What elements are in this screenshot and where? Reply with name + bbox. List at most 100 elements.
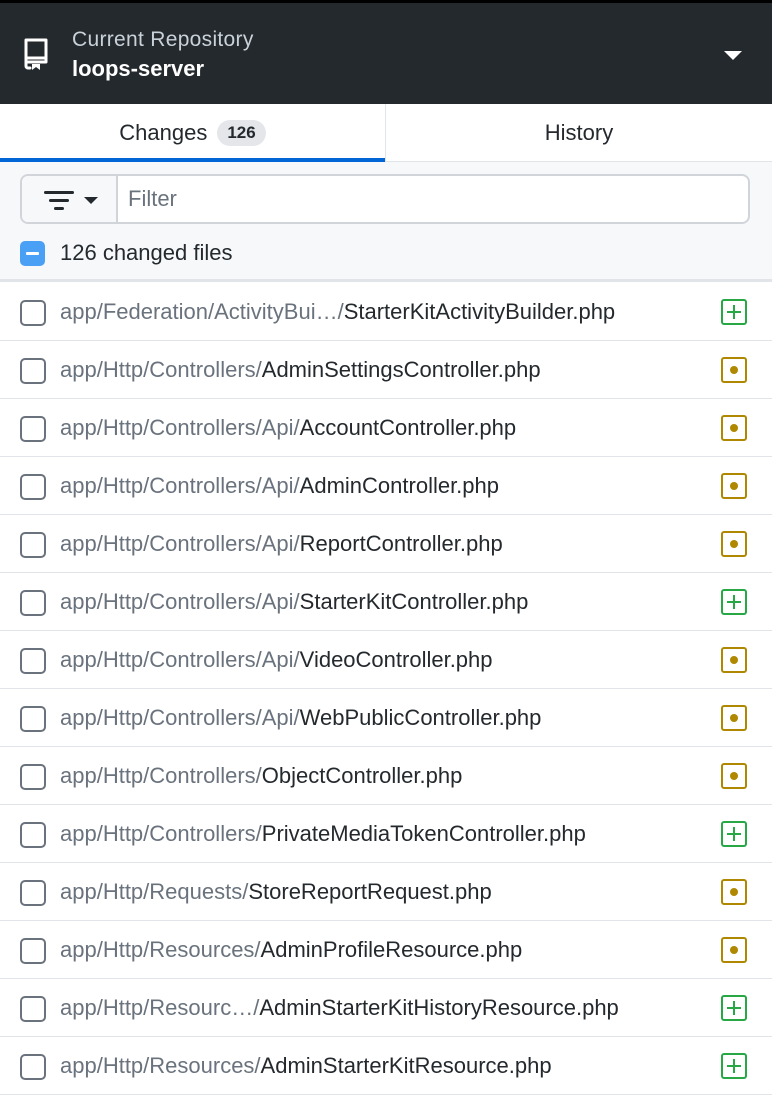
file-directory: app/Http/Controllers/Api/ xyxy=(60,589,300,614)
file-checkbox[interactable] xyxy=(20,532,46,558)
filter-input[interactable] xyxy=(118,176,748,222)
file-row[interactable]: app/Http/Controllers/Api/StarterKitContr… xyxy=(0,573,772,631)
filter-icon xyxy=(44,191,74,215)
changes-count-badge: 126 xyxy=(217,119,266,146)
file-name: AdminSettingsController.php xyxy=(261,357,541,382)
file-checkbox[interactable] xyxy=(20,358,46,384)
file-directory: app/Http/Controllers/Api/ xyxy=(60,531,300,556)
file-name: StarterKitController.php xyxy=(299,589,529,614)
file-path: app/Http/Controllers/PrivateMediaTokenCo… xyxy=(60,805,586,863)
file-row[interactable]: app/Http/Requests/StoreReportRequest.php xyxy=(0,863,772,921)
file-row[interactable]: app/Federation/ActivityBui…/StarterKitAc… xyxy=(0,283,772,341)
file-modified-icon xyxy=(721,357,747,383)
file-path: app/Http/Resources/AdminStarterKitResour… xyxy=(60,1037,552,1095)
file-row[interactable]: app/Http/Resources/AdminProfileResource.… xyxy=(0,921,772,979)
file-checkbox[interactable] xyxy=(20,300,46,326)
filter-box xyxy=(20,174,750,224)
file-name: AdminController.php xyxy=(299,473,500,498)
file-directory: app/Http/Controllers/Api/ xyxy=(60,473,300,498)
file-name: ObjectController.php xyxy=(261,763,463,788)
select-all-row: 126 changed files xyxy=(20,240,232,266)
file-added-icon xyxy=(721,299,747,325)
select-all-checkbox[interactable] xyxy=(20,240,45,266)
file-row[interactable]: app/Http/Controllers/AdminSettingsContro… xyxy=(0,341,772,399)
file-checkbox[interactable] xyxy=(20,880,46,906)
file-row[interactable]: app/Http/Controllers/Api/VideoController… xyxy=(0,631,772,689)
file-checkbox[interactable] xyxy=(20,648,46,674)
repository-icon xyxy=(24,38,48,70)
file-added-icon xyxy=(721,821,747,847)
file-modified-icon xyxy=(721,763,747,789)
chevron-down-icon xyxy=(84,197,98,204)
file-added-icon xyxy=(721,589,747,615)
file-checkbox[interactable] xyxy=(20,996,46,1022)
file-row[interactable]: app/Http/Resources/AdminStarterKitResour… xyxy=(0,1037,772,1095)
file-path: app/Http/Controllers/ObjectController.ph… xyxy=(60,747,462,805)
file-directory: app/Http/Controllers/ xyxy=(60,357,262,382)
changed-files-list: app/Federation/ActivityBui…/StarterKitAc… xyxy=(0,283,772,1095)
file-checkbox[interactable] xyxy=(20,706,46,732)
file-row[interactable]: app/Http/Controllers/Api/AccountControll… xyxy=(0,399,772,457)
file-path: app/Http/Requests/StoreReportRequest.php xyxy=(60,863,492,921)
filter-area: 126 changed files xyxy=(0,162,772,282)
file-checkbox[interactable] xyxy=(20,474,46,500)
file-checkbox[interactable] xyxy=(20,416,46,442)
file-directory: app/Http/Requests/ xyxy=(60,879,249,904)
file-modified-icon xyxy=(721,531,747,557)
file-modified-icon xyxy=(721,415,747,441)
tab-history[interactable]: History xyxy=(385,104,772,161)
repository-info: Current Repository loops-server xyxy=(72,27,254,83)
file-path: app/Http/Controllers/Api/WebPublicContro… xyxy=(60,689,541,747)
file-directory: app/Federation/ActivityBui…/ xyxy=(60,299,344,324)
file-row[interactable]: app/Http/Controllers/Api/WebPublicContro… xyxy=(0,689,772,747)
changed-files-count: 126 changed files xyxy=(60,240,233,265)
file-name: WebPublicController.php xyxy=(299,705,542,730)
file-modified-icon xyxy=(721,937,747,963)
file-added-icon xyxy=(721,1053,747,1079)
file-directory: app/Http/Resources/ xyxy=(60,937,261,962)
file-checkbox[interactable] xyxy=(20,938,46,964)
file-path: app/Http/Controllers/Api/StarterKitContr… xyxy=(60,573,528,631)
file-name: StoreReportRequest.php xyxy=(248,879,492,904)
file-row[interactable]: app/Http/Resourc…/AdminStarterKitHistory… xyxy=(0,979,772,1037)
file-name: AdminStarterKitResource.php xyxy=(260,1053,552,1078)
file-path: app/Http/Controllers/Api/ReportControlle… xyxy=(60,515,503,573)
file-row[interactable]: app/Http/Controllers/ObjectController.ph… xyxy=(0,747,772,805)
chevron-down-icon xyxy=(724,51,742,60)
tab-changes[interactable]: Changes 126 xyxy=(0,104,385,162)
file-checkbox[interactable] xyxy=(20,1054,46,1080)
tab-bar: Changes 126 History xyxy=(0,104,772,162)
file-modified-icon xyxy=(721,705,747,731)
file-name: ReportController.php xyxy=(299,531,503,556)
file-modified-icon xyxy=(721,473,747,499)
file-name: StarterKitActivityBuilder.php xyxy=(343,299,616,324)
file-checkbox[interactable] xyxy=(20,764,46,790)
file-path: app/Http/Controllers/Api/AccountControll… xyxy=(60,399,516,457)
repository-caption: Current Repository xyxy=(72,28,254,51)
file-path: app/Http/Resources/AdminProfileResource.… xyxy=(60,921,522,979)
file-row[interactable]: app/Http/Controllers/PrivateMediaTokenCo… xyxy=(0,805,772,863)
filter-options-button[interactable] xyxy=(22,176,118,222)
file-directory: app/Http/Controllers/Api/ xyxy=(60,705,300,730)
file-path: app/Federation/ActivityBui…/StarterKitAc… xyxy=(60,283,615,341)
file-row[interactable]: app/Http/Controllers/Api/ReportControlle… xyxy=(0,515,772,573)
file-name: VideoController.php xyxy=(299,647,493,672)
file-name: AdminProfileResource.php xyxy=(260,937,523,962)
file-directory: app/Http/Controllers/ xyxy=(60,821,262,846)
file-directory: app/Http/Resourc…/ xyxy=(60,995,260,1020)
file-row[interactable]: app/Http/Controllers/Api/AdminController… xyxy=(0,457,772,515)
file-modified-icon xyxy=(721,879,747,905)
tab-history-label: History xyxy=(544,119,614,145)
file-path: app/Http/Controllers/AdminSettingsContro… xyxy=(60,341,541,399)
file-checkbox[interactable] xyxy=(20,590,46,616)
tab-changes-label: Changes xyxy=(119,119,208,145)
file-added-icon xyxy=(721,995,747,1021)
file-directory: app/Http/Resources/ xyxy=(60,1053,261,1078)
current-repository-dropdown[interactable]: Current Repository loops-server xyxy=(0,0,772,104)
file-path: app/Http/Controllers/Api/VideoController… xyxy=(60,631,493,689)
file-directory: app/Http/Controllers/Api/ xyxy=(60,647,300,672)
repository-name: loops-server xyxy=(72,56,205,81)
file-directory: app/Http/Controllers/ xyxy=(60,763,262,788)
file-checkbox[interactable] xyxy=(20,822,46,848)
file-name: AccountController.php xyxy=(299,415,517,440)
